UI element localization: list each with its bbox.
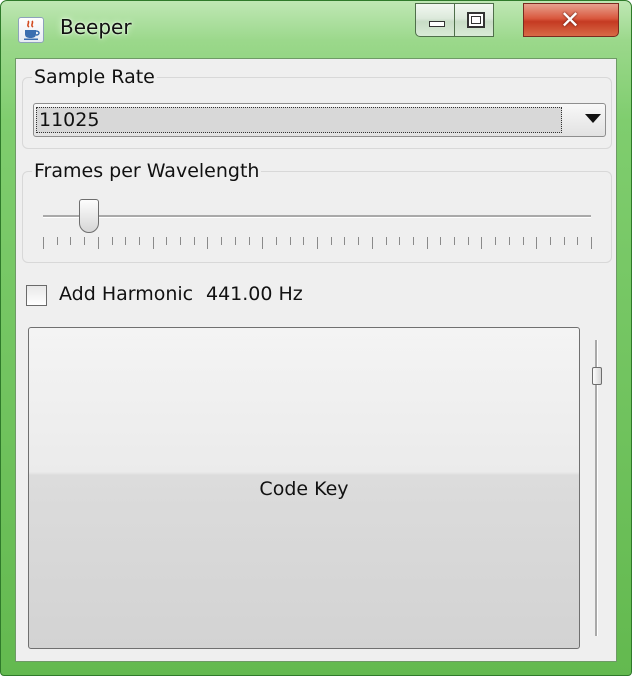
frames-slider-track[interactable] bbox=[43, 215, 591, 218]
slider-tick bbox=[194, 237, 195, 245]
slider-tick bbox=[481, 237, 482, 249]
chevron-down-icon[interactable] bbox=[585, 114, 601, 123]
slider-tick bbox=[125, 237, 126, 245]
content-panel: Sample Rate 11025 Frames per Wavelength … bbox=[15, 58, 617, 662]
sample-rate-dropdown[interactable]: 11025 bbox=[33, 103, 606, 137]
add-harmonic-checkbox[interactable] bbox=[26, 285, 47, 306]
slider-tick bbox=[331, 237, 332, 245]
slider-tick bbox=[413, 237, 414, 245]
slider-tick bbox=[344, 237, 345, 245]
slider-tick bbox=[509, 237, 510, 245]
caption-buttons: ✕ bbox=[415, 3, 619, 41]
app-window: Beeper ✕ Sample Rate 11025 Frames per Wa… bbox=[0, 0, 632, 676]
sample-rate-title: Sample Rate bbox=[32, 66, 157, 88]
slider-tick bbox=[386, 237, 387, 245]
frames-slider-thumb[interactable] bbox=[79, 199, 99, 233]
maximize-icon bbox=[467, 12, 485, 28]
slider-tick bbox=[468, 237, 469, 245]
minimize-button[interactable] bbox=[415, 3, 455, 37]
close-button[interactable]: ✕ bbox=[523, 3, 619, 37]
slider-tick bbox=[262, 237, 263, 249]
close-icon: ✕ bbox=[560, 6, 581, 34]
slider-tick bbox=[372, 237, 373, 249]
window-title: Beeper bbox=[60, 15, 132, 39]
slider-tick bbox=[290, 237, 291, 245]
slider-tick bbox=[550, 237, 551, 245]
slider-tick bbox=[139, 237, 140, 245]
java-coffee-cup-icon[interactable] bbox=[18, 17, 44, 43]
slider-tick bbox=[84, 237, 85, 245]
add-harmonic-label[interactable]: Add Harmonic bbox=[59, 283, 193, 305]
minimize-icon bbox=[429, 21, 445, 27]
slider-tick bbox=[249, 237, 250, 245]
maximize-button[interactable] bbox=[454, 3, 494, 37]
slider-tick bbox=[70, 237, 71, 245]
slider-tick bbox=[454, 237, 455, 245]
slider-tick bbox=[112, 237, 113, 245]
slider-tick bbox=[317, 237, 318, 249]
slider-tick bbox=[495, 237, 496, 245]
slider-tick bbox=[57, 237, 58, 245]
slider-tick bbox=[303, 237, 304, 245]
slider-tick bbox=[440, 237, 441, 245]
slider-tick bbox=[180, 237, 181, 245]
frames-slider-ticks bbox=[43, 237, 593, 251]
slider-tick bbox=[523, 237, 524, 245]
slider-tick bbox=[358, 237, 359, 245]
slider-tick bbox=[399, 237, 400, 245]
code-key-button[interactable]: Code Key bbox=[28, 327, 580, 649]
slider-tick bbox=[276, 237, 277, 245]
slider-tick bbox=[166, 237, 167, 245]
slider-tick bbox=[577, 237, 578, 245]
slider-tick bbox=[153, 237, 154, 249]
frequency-readout: 441.00 Hz bbox=[206, 283, 303, 305]
slider-tick bbox=[221, 237, 222, 245]
volume-slider-thumb[interactable] bbox=[592, 367, 602, 385]
sample-rate-selected: 11025 bbox=[36, 107, 562, 133]
frames-per-wavelength-title: Frames per Wavelength bbox=[32, 160, 262, 182]
title-bar[interactable]: Beeper ✕ bbox=[1, 1, 631, 57]
slider-tick bbox=[536, 237, 537, 249]
slider-tick bbox=[427, 237, 428, 249]
slider-tick bbox=[43, 237, 44, 249]
slider-tick bbox=[98, 237, 99, 249]
slider-tick bbox=[235, 237, 236, 245]
code-key-label: Code Key bbox=[259, 478, 349, 500]
slider-tick bbox=[207, 237, 208, 249]
slider-tick bbox=[564, 237, 565, 245]
slider-tick bbox=[591, 237, 592, 249]
